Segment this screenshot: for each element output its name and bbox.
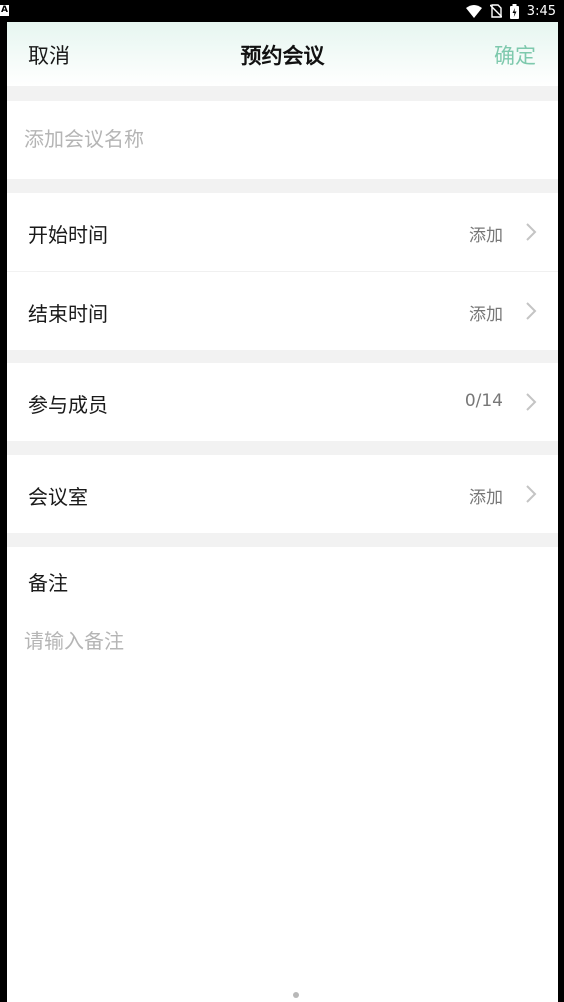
- app-screen: 取消 预约会议 确定 开始时间 添加 结束时间 添加 参与成员 0/14 会议室…: [7, 22, 558, 1002]
- start-time-label: 开始时间: [28, 223, 108, 247]
- confirm-button[interactable]: 确定: [494, 40, 536, 70]
- home-indicator: [293, 992, 299, 998]
- notification-indicator: A: [0, 5, 9, 16]
- end-time-row[interactable]: 结束时间 添加: [7, 272, 558, 350]
- members-row[interactable]: 参与成员 0/14: [7, 363, 558, 441]
- clock: 3:45: [526, 3, 556, 19]
- status-bar: A 3:45: [0, 0, 564, 22]
- no-sim-icon: [489, 4, 502, 18]
- meeting-name-section: [7, 101, 558, 179]
- end-time-value: 添加: [469, 305, 503, 325]
- meeting-room-label: 会议室: [28, 485, 88, 509]
- start-time-value: 添加: [469, 226, 503, 246]
- meeting-room-value: 添加: [469, 488, 503, 508]
- start-time-row[interactable]: 开始时间 添加: [7, 193, 558, 271]
- meeting-room-row[interactable]: 会议室 添加: [7, 455, 558, 533]
- remark-input[interactable]: [24, 625, 534, 925]
- remark-label: 备注: [28, 571, 68, 595]
- page-title: 预约会议: [240, 44, 325, 68]
- chevron-right-icon: [526, 223, 537, 241]
- chevron-right-icon: [526, 485, 537, 503]
- chevron-right-icon: [526, 393, 537, 411]
- meeting-name-input[interactable]: [24, 127, 524, 151]
- remark-section: 备注: [7, 547, 558, 1002]
- header-bar: 取消 预约会议 确定: [7, 22, 558, 86]
- chevron-right-icon: [526, 302, 537, 320]
- end-time-label: 结束时间: [28, 302, 108, 326]
- wifi-icon: [465, 4, 482, 18]
- battery-charging-icon: [509, 3, 519, 19]
- members-count: 0/14: [464, 391, 503, 411]
- members-label: 参与成员: [28, 393, 108, 417]
